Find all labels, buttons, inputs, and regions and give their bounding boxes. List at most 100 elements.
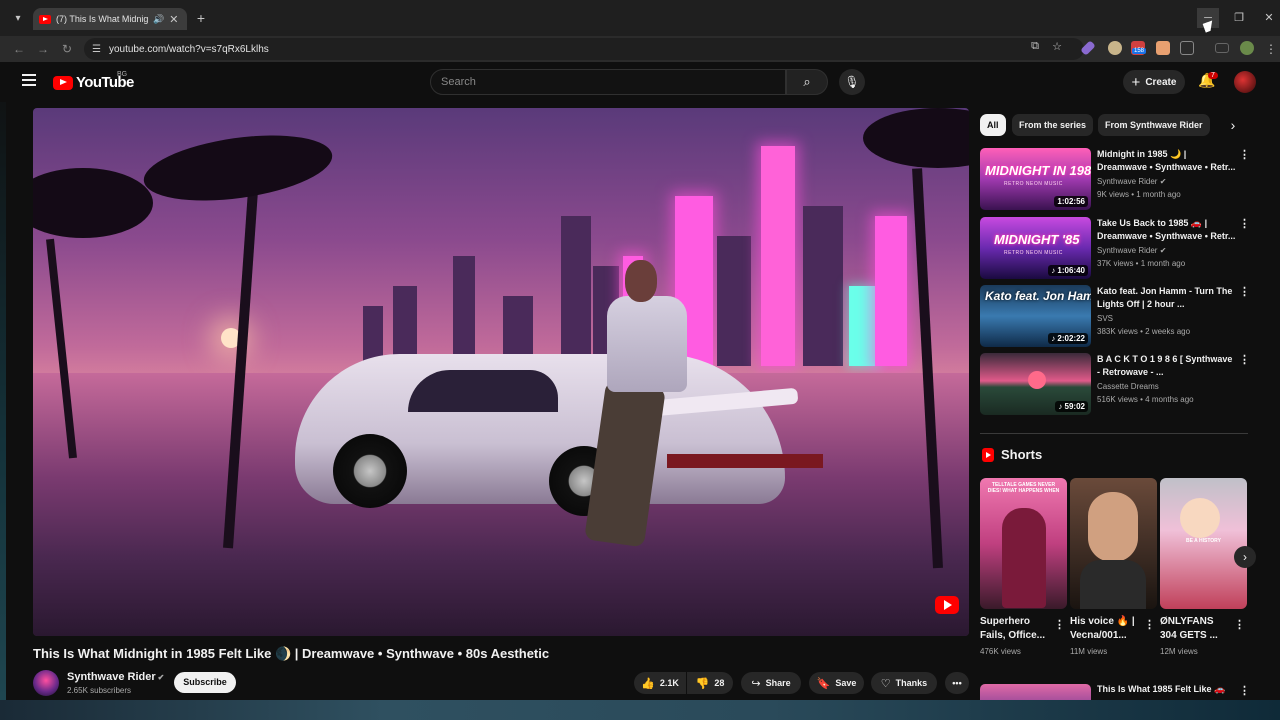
url-text[interactable]: youtube.com/watch?v=s7qRx6Lklhs (109, 44, 269, 55)
account-avatar[interactable] (1234, 71, 1256, 93)
chip-from-synthwave-rider[interactable]: From Synthwave Rider (1098, 114, 1210, 136)
browser-tab[interactable]: (7) This Is What Midnight in 1985 Felt L… (33, 8, 187, 30)
rec-thumbnail[interactable]: MIDNIGHT '85 RETRO NEON MUSIC ♪ 1:06:40 (980, 217, 1091, 279)
rec-more-icon[interactable]: ⋮ (1239, 353, 1250, 366)
shorts-next-chevron-icon[interactable]: › (1234, 546, 1256, 568)
rec-channel[interactable]: Synthwave Rider ✔ (1097, 246, 1166, 255)
rec-more-icon[interactable]: ⋮ (1239, 684, 1250, 697)
create-button[interactable]: + Create (1123, 70, 1185, 94)
browser-tab-bar: ▾ (7) This Is What Midnight in 1985 Felt… (0, 0, 1280, 36)
maximize-button[interactable]: ❐ (1228, 8, 1250, 28)
short-views: 12M views (1160, 647, 1198, 656)
short-item[interactable]: His voice 🔥 | Vecna/001... 11M views ⋮ (1070, 478, 1157, 656)
recommendation-item[interactable]: Kato feat. Jon Hamm ♪ 2:02:22 Kato feat.… (980, 285, 1250, 347)
rec-meta: 37K views • 1 month ago (1097, 259, 1186, 268)
share-button[interactable]: ↪ Share (741, 672, 801, 694)
recommendation-item[interactable]: MIDNIGHT IN 1985 RETRO NEON MUSIC 1:02:5… (980, 148, 1250, 210)
short-title[interactable]: Superhero Fails, Office... (980, 615, 1052, 643)
audio-playing-icon[interactable]: 🔊 (153, 14, 164, 25)
back-button[interactable]: ← (10, 40, 28, 58)
address-bar[interactable]: ☰ youtube.com/watch?v=s7qRx6Lklhs (84, 38, 1084, 60)
duration-badge: ♪ 2:02:22 (1048, 333, 1088, 344)
rec-title[interactable]: Kato feat. Jon Hamm - Turn The Lights Of… (1097, 285, 1237, 311)
rec-title[interactable]: Take Us Back to 1985 🚗 | Dreamwave • Syn… (1097, 217, 1237, 243)
city-building (717, 236, 751, 366)
cast-icon[interactable]: ⧉ (1027, 40, 1043, 53)
short-views: 476K views (980, 647, 1021, 656)
city-building (561, 216, 591, 366)
share-icon: ↪ (751, 677, 761, 690)
forward-button[interactable]: → (34, 40, 52, 58)
create-label: Create (1145, 76, 1177, 88)
rec-title[interactable]: Midnight in 1985 🌙 | Dreamwave • Synthwa… (1097, 148, 1237, 174)
browser-menu-icon[interactable]: ⋮ (1262, 40, 1280, 58)
rec-title[interactable]: B A C K T O 1 9 8 6 [ Synthwave - Retrow… (1097, 353, 1237, 379)
short-thumbnail[interactable]: TELLTALE GAMES NEVER DIES! WHAT HAPPENS … (980, 478, 1067, 609)
recommendation-item[interactable]: MIDNIGHT '85 RETRO NEON MUSIC ♪ 1:06:40 … (980, 217, 1250, 279)
short-figure (1180, 498, 1220, 538)
channel-name-text[interactable]: Synthwave Rider (67, 671, 156, 683)
more-actions-button[interactable]: ••• (945, 672, 969, 694)
short-title[interactable]: ØNLYFANS 304 GETS ... (1160, 615, 1232, 643)
tab-close-icon[interactable]: ✕ (169, 13, 178, 26)
search-input[interactable]: Search (430, 69, 786, 95)
guide-menu-icon[interactable] (22, 74, 36, 86)
like-button[interactable]: 👍 2.1K (634, 672, 686, 694)
rec-thumbnail[interactable]: Kato feat. Jon Hamm ♪ 2:02:22 (980, 285, 1091, 347)
site-info-icon[interactable]: ☰ (92, 44, 101, 55)
rec-more-icon[interactable]: ⋮ (1239, 285, 1250, 298)
duration-badge: 1:02:56 (1054, 196, 1088, 207)
rec-more-icon[interactable]: ⋮ (1239, 148, 1250, 161)
extensions-puzzle-icon[interactable] (1180, 41, 1194, 55)
tab-search-icon[interactable]: ▾ (8, 9, 28, 29)
short-more-icon[interactable]: ⋮ (1144, 618, 1155, 631)
short-item[interactable]: TELLTALE GAMES NEVER DIES! WHAT HAPPENS … (980, 478, 1067, 656)
region-code: BG (117, 71, 128, 78)
short-caption: BE A HISTORY (1186, 538, 1221, 544)
thanks-button[interactable]: ♡ Thanks (871, 672, 937, 694)
chips-next-chevron-icon[interactable]: › (1222, 114, 1244, 136)
dislike-count: 28 (714, 678, 725, 688)
short-more-icon[interactable]: ⋮ (1054, 618, 1065, 631)
video-player[interactable] (33, 108, 969, 636)
channel-name[interactable]: Synthwave Rider ✔ (67, 671, 164, 683)
rec-channel[interactable]: Cassette Dreams (1097, 382, 1159, 391)
extension-orange-icon[interactable] (1156, 41, 1170, 55)
short-item[interactable]: BE A HISTORY ØNLYFANS 304 GETS ... 12M v… (1160, 478, 1247, 656)
window-close-button[interactable]: ✕ (1258, 8, 1280, 28)
channel-avatar[interactable] (33, 670, 59, 696)
youtube-play-icon (53, 75, 73, 90)
short-views: 11M views (1070, 647, 1108, 656)
dislike-button[interactable]: 👎 28 (687, 672, 733, 694)
rec-thumbnail[interactable]: ♪ 59:02 (980, 353, 1091, 415)
extension-badge: 158 (1132, 48, 1147, 54)
short-figure (1002, 508, 1046, 608)
thumb-subcaption: RETRO NEON MUSIC (1004, 181, 1063, 187)
rec-more-icon[interactable]: ⋮ (1239, 217, 1250, 230)
browser-toolbar: ← → ↻ ☰ youtube.com/watch?v=s7qRx6Lklhs … (0, 36, 1280, 62)
rec-title[interactable]: This Is What 1985 Felt Like 🚗 (1097, 684, 1225, 695)
bookmark-star-icon[interactable]: ☆ (1049, 40, 1065, 53)
short-title[interactable]: His voice 🔥 | Vecna/001... (1070, 615, 1142, 643)
short-thumbnail[interactable]: BE A HISTORY (1160, 478, 1247, 609)
rec-channel[interactable]: SVS (1097, 314, 1113, 323)
chip-all[interactable]: All (980, 114, 1006, 136)
chip-from-the-series[interactable]: From the series (1012, 114, 1094, 136)
search-button[interactable]: ⌕ (786, 69, 828, 95)
save-button[interactable]: 🔖 Save (809, 672, 864, 694)
new-tab-button[interactable]: + (192, 9, 210, 27)
short-caption: TELLTALE GAMES NEVER DIES! WHAT HAPPENS … (987, 482, 1060, 494)
recommendation-item[interactable]: ♪ 59:02 B A C K T O 1 9 8 6 [ Synthwave … (980, 353, 1250, 415)
profile-icon[interactable] (1240, 41, 1254, 55)
youtube-watermark-icon[interactable] (935, 596, 959, 614)
rec-channel[interactable]: Synthwave Rider ✔ (1097, 177, 1166, 186)
extension-cookie-icon[interactable] (1108, 41, 1122, 55)
rec-thumbnail[interactable]: MIDNIGHT IN 1985 RETRO NEON MUSIC 1:02:5… (980, 148, 1091, 210)
like-count: 2.1K (659, 678, 679, 688)
extension-grid-icon[interactable] (1215, 43, 1229, 53)
subscribe-button[interactable]: Subscribe (174, 672, 236, 693)
voice-search-button[interactable]: 🎙 (839, 69, 865, 95)
reload-button[interactable]: ↻ (58, 40, 76, 58)
short-more-icon[interactable]: ⋮ (1234, 618, 1245, 631)
short-thumbnail[interactable] (1070, 478, 1157, 609)
